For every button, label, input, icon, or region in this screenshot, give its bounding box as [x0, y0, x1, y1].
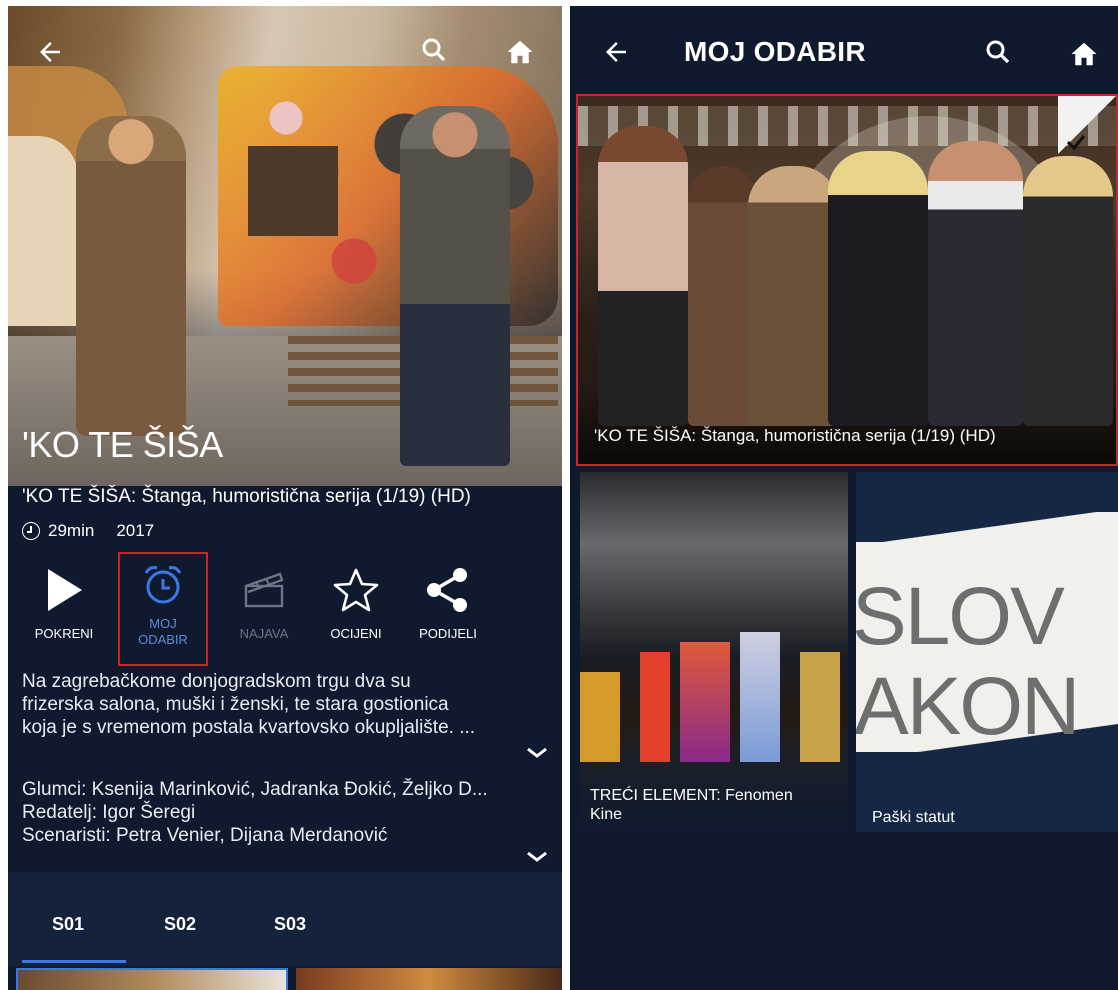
cast-line: Glumci: Ksenija Marinković, Jadranka Đok…	[22, 779, 488, 800]
chevron-down-icon[interactable]	[526, 850, 548, 864]
share-button[interactable]: PODIJELI	[400, 554, 496, 664]
active-tab-indicator	[22, 960, 126, 963]
my-list-label-line2: ODABIR	[138, 632, 188, 647]
search-icon[interactable]	[980, 34, 1016, 70]
description-line: frizerska salona, muški i ženski, te sta…	[22, 694, 449, 715]
tab-s02[interactable]: S02	[164, 914, 196, 935]
detail-screen: 'KO TE ŠIŠA 'KO TE ŠIŠA: Štanga, humoris…	[8, 6, 562, 990]
card-caption: TREĆI ELEMENT: Fenomen Kine	[590, 787, 793, 823]
share-icon	[424, 554, 472, 626]
back-arrow-icon[interactable]	[598, 34, 634, 70]
credits: Glumci: Ksenija Marinković, Jadranka Đok…	[22, 778, 552, 847]
rate-label: OCIJENI	[330, 626, 382, 641]
duration: 29min	[48, 521, 95, 540]
card-caption: Paški statut	[872, 809, 955, 826]
year: 2017	[116, 521, 155, 540]
trailer-label: NAJAVA	[239, 626, 289, 641]
episode-meta: 29min 2017	[22, 521, 154, 541]
content-card[interactable]: SLOV AKON Paški statut	[856, 472, 1118, 832]
home-icon[interactable]	[1066, 36, 1102, 72]
description: Na zagrebačkome donjogradskom trgu dva s…	[22, 670, 542, 739]
episode-thumbnail[interactable]	[16, 968, 288, 990]
play-icon	[44, 554, 84, 626]
hero-image	[8, 6, 562, 486]
writers-line: Scenaristi: Petra Venier, Dijana Merdano…	[22, 825, 388, 846]
my-list-button[interactable]: MOJ ODABIR	[118, 552, 208, 666]
content-card[interactable]: TREĆI ELEMENT: Fenomen Kine	[580, 472, 848, 832]
trailer-button[interactable]: NAJAVA	[216, 554, 312, 664]
my-list-label-line1: MOJ	[149, 616, 177, 631]
content-card[interactable]: 'KO TE ŠIŠA: Štanga, humoristična serija…	[576, 94, 1118, 466]
description-line: Na zagrebačkome donjogradskom trgu dva s…	[22, 671, 411, 692]
alarm-clock-icon	[141, 554, 185, 616]
my-list-screen: MOJ ODABIR 'KO TE ŠIŠA: Štanga, humorist…	[570, 6, 1118, 990]
search-icon[interactable]	[416, 32, 452, 68]
tab-s03[interactable]: S03	[274, 914, 306, 935]
play-label: POKRENI	[34, 626, 94, 641]
page-title: MOJ ODABIR	[684, 36, 866, 67]
image-text-line2: AKON	[856, 661, 1080, 752]
tab-s01[interactable]: S01	[52, 914, 84, 935]
star-icon	[332, 554, 380, 626]
clapperboard-icon	[242, 554, 286, 626]
checkmark-icon	[1058, 96, 1116, 154]
image-text-line1: SLOV	[856, 571, 1065, 662]
rate-button[interactable]: OCIJENI	[308, 554, 404, 664]
back-arrow-icon[interactable]	[32, 34, 68, 70]
home-icon[interactable]	[502, 34, 538, 70]
action-bar: POKRENI MOJ ODABIR NAJAVA OCIJENI PODIJE…	[22, 552, 552, 666]
share-label: PODIJELI	[419, 626, 477, 641]
play-button[interactable]: POKRENI	[16, 554, 112, 664]
episode-thumbnail[interactable]	[296, 968, 562, 990]
description-line: koja je s vremenom postala kvartovsko ok…	[22, 717, 476, 738]
chevron-down-icon[interactable]	[526, 746, 548, 760]
director-line: Redatelj: Igor Šeregi	[22, 802, 196, 823]
season-tabs: S01 S02 S03	[8, 872, 562, 966]
card-caption: 'KO TE ŠIŠA: Štanga, humoristična serija…	[594, 426, 996, 445]
show-title: 'KO TE ŠIŠA	[22, 424, 223, 465]
episode-title: 'KO TE ŠIŠA: Štanga, humoristična serija…	[22, 486, 471, 507]
clock-icon	[22, 522, 40, 540]
